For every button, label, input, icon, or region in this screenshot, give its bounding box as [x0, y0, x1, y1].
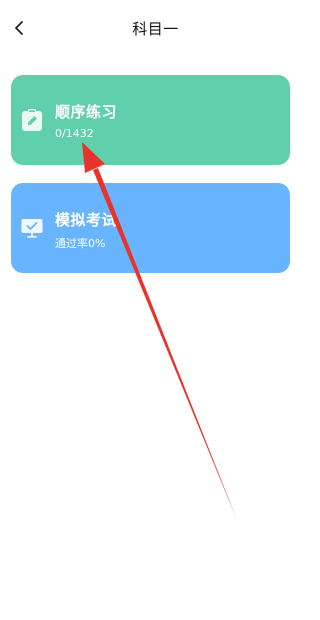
- clipboard-edit-icon: [21, 108, 43, 132]
- sequential-practice-card[interactable]: 顺序练习 0/1432: [11, 75, 290, 165]
- pass-rate: 通过率0%: [55, 237, 106, 250]
- progress-count: 0/1432: [55, 127, 94, 140]
- card-title: 顺序练习: [55, 103, 118, 121]
- mock-exam-card[interactable]: 模拟考试 通过率0%: [11, 183, 290, 273]
- header: 科目一: [0, 0, 311, 56]
- screen: 科目一 顺序练习 0/1432 模拟考试 通过率0%: [0, 0, 311, 620]
- card-title: 模拟考试: [55, 211, 118, 229]
- monitor-check-icon: [21, 216, 43, 240]
- page-title: 科目一: [132, 20, 179, 38]
